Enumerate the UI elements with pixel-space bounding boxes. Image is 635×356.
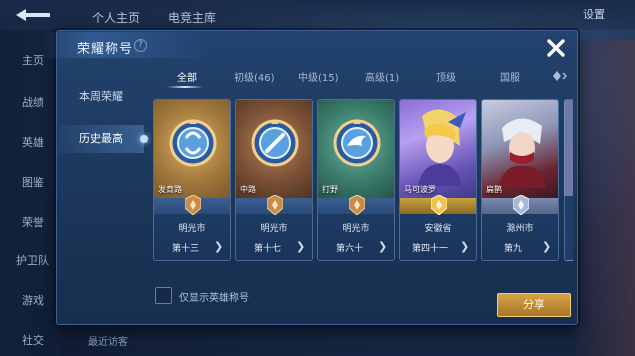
- card-rank: 第四十一: [412, 244, 449, 254]
- title-card[interactable]: 马可波罗 安徽省 第四十一 ❯: [399, 99, 477, 261]
- diamond-arrow-icon[interactable]: [553, 70, 567, 82]
- honor-title-dialog: 荣耀称号 ? 本周荣耀 历史最高 全部 初级(46) 中级(15) 高级(1) …: [41, 30, 578, 325]
- tab-all[interactable]: 全部: [177, 69, 197, 84]
- title-card[interactable]: 发育路 明光市 第十三 ❯: [153, 99, 231, 261]
- card-lane-label: 打野: [322, 185, 338, 194]
- chevron-right-icon[interactable]: ❯: [214, 240, 223, 253]
- card-rank: 第九: [504, 244, 523, 254]
- dialog-title: 荣耀称号: [77, 42, 134, 57]
- bronze-badge-icon: [267, 195, 283, 215]
- sidebar-item-guard[interactable]: 护卫队: [16, 252, 56, 268]
- sidebar-item-social[interactable]: 社交: [22, 332, 62, 348]
- chevron-right-icon[interactable]: ❯: [378, 240, 387, 253]
- menu-weekly-honor[interactable]: 本周荣耀: [58, 83, 144, 111]
- bronze-badge-icon: [349, 195, 365, 215]
- title-cards: 发育路 明光市 第十三 ❯ 中路 明光市 第十七 ❯ 打野 明光市 第六十 ❯ …: [153, 99, 573, 263]
- lane-emblem-icon: [333, 119, 381, 167]
- chevron-right-icon[interactable]: ❯: [296, 240, 305, 253]
- back-arrow-icon[interactable]: [14, 7, 54, 23]
- active-dot-icon: [140, 135, 148, 143]
- settings-button[interactable]: 设置: [583, 6, 605, 22]
- title-card[interactable]: 扁鹊 滁州市 第九 ❯: [481, 99, 559, 261]
- silver-badge-icon: [513, 195, 529, 215]
- filter-tabs: 全部 初级(46) 中级(15) 高级(1) 顶级 国服: [153, 69, 573, 89]
- menu-historical-best-label: 历史最高: [79, 132, 123, 145]
- tab-junior[interactable]: 初级(46): [234, 69, 275, 84]
- tab-top[interactable]: 顶级: [436, 69, 456, 84]
- active-tab-underline: [167, 86, 203, 88]
- share-button[interactable]: 分享: [497, 293, 571, 317]
- card-hero-label: 扁鹊: [486, 185, 502, 194]
- title-card[interactable]: 中路 明光市 第十七 ❯: [235, 99, 313, 261]
- menu-weekly-honor-label: 本周荣耀: [79, 90, 123, 103]
- card-rank: 第十三: [172, 244, 200, 254]
- card-region: 安徽省: [424, 224, 452, 234]
- close-icon[interactable]: [545, 37, 567, 59]
- title-card[interactable]: 打野 明光市 第六十 ❯: [317, 99, 395, 261]
- hero-portrait-icon: [418, 109, 466, 186]
- menu-historical-best[interactable]: 历史最高: [58, 125, 148, 153]
- share-label: 分享: [523, 298, 545, 311]
- lane-emblem-icon: [169, 119, 217, 167]
- hero-only-checkbox[interactable]: [155, 287, 172, 304]
- top-bar: 个人主页 电竞主库 设置: [0, 0, 635, 30]
- title-card-partial[interactable]: [564, 99, 573, 261]
- hero-only-label: 仅显示英雄称号: [179, 293, 249, 304]
- lane-emblem-icon: [251, 119, 299, 167]
- left-menu: 本周荣耀 历史最高: [58, 64, 148, 319]
- gold-badge-icon: [431, 195, 447, 215]
- tab-senior[interactable]: 高级(1): [365, 69, 399, 84]
- bronze-badge-icon: [185, 195, 201, 215]
- tab-profile[interactable]: 个人主页: [92, 9, 140, 26]
- tab-intermediate[interactable]: 中级(15): [298, 69, 339, 84]
- tab-esports[interactable]: 电竞主库: [168, 9, 216, 26]
- card-region: 明光市: [178, 224, 206, 234]
- card-lane-label: 中路: [240, 185, 256, 194]
- card-rank: 第十七: [254, 244, 282, 254]
- background-hero-art: [575, 40, 635, 356]
- card-rank: 第六十: [336, 244, 364, 254]
- card-hero-label: 马可波罗: [404, 185, 436, 194]
- card-lane-label: 发育路: [158, 185, 182, 194]
- card-region: 明光市: [260, 224, 288, 234]
- hero-portrait-icon: [498, 118, 546, 188]
- card-region: 明光市: [342, 224, 370, 234]
- chevron-right-icon[interactable]: ❯: [460, 240, 469, 253]
- recent-visitors[interactable]: 最近访客: [88, 333, 128, 348]
- chevron-right-icon[interactable]: ❯: [542, 240, 551, 253]
- card-region: 滁州市: [506, 224, 534, 234]
- tab-national[interactable]: 国服: [500, 69, 520, 84]
